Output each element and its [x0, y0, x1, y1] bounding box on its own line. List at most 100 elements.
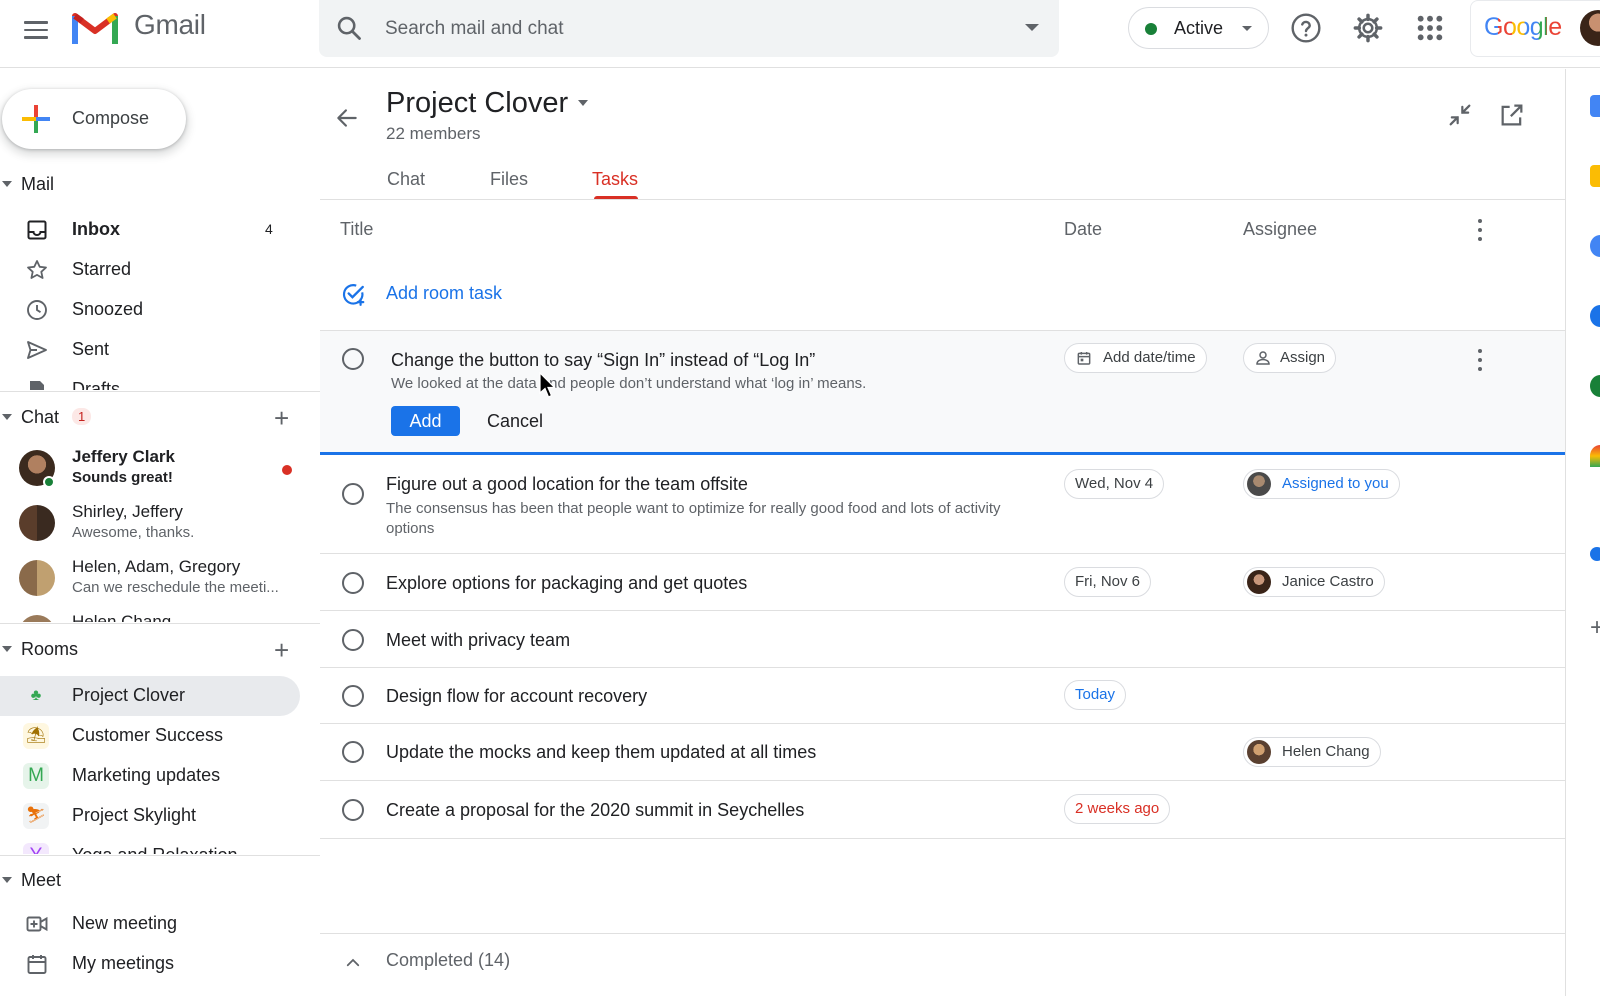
mail-section-label: Mail: [21, 174, 55, 194]
chat-item-shirley-jeffery[interactable]: Shirley, Jeffery Awesome, thanks.: [0, 499, 310, 555]
avatar: [1247, 472, 1271, 496]
completed-tasks-toggle[interactable]: Completed (14): [320, 933, 1565, 996]
task-title[interactable]: Update the mocks and keep them updated a…: [386, 742, 816, 763]
task-complete-checkbox[interactable]: [342, 348, 364, 370]
chip-label: Add date/time: [1103, 349, 1196, 366]
add-task-confirm-button[interactable]: Add: [391, 406, 460, 436]
task-assignee-chip[interactable]: Assigned to you: [1243, 469, 1400, 499]
avatar: [19, 505, 55, 541]
task-assignee-chip[interactable]: Helen Chang: [1243, 737, 1381, 767]
sidebar-item-project-skylight[interactable]: ⛷ Project Skylight: [0, 796, 300, 836]
chat-item-helen-adam-gregory[interactable]: Helen, Adam, Gregory Can we reschedule t…: [0, 554, 310, 610]
sidebar-item-drafts[interactable]: Drafts: [0, 370, 300, 390]
person-app-icon[interactable]: [1590, 547, 1600, 561]
gmail-logo-icon[interactable]: [72, 10, 118, 51]
help-icon[interactable]: [1290, 12, 1322, 44]
open-in-new-window-icon[interactable]: [1498, 101, 1526, 129]
task-title[interactable]: Design flow for account recovery: [386, 686, 647, 707]
calendar-app-icon[interactable]: [1590, 95, 1600, 117]
column-header-title: Title: [340, 219, 374, 239]
task-more-options-icon[interactable]: [1477, 349, 1483, 371]
tab-chat[interactable]: Chat: [387, 169, 425, 190]
right-side-panel: +: [1565, 69, 1600, 996]
member-count[interactable]: 22 members: [386, 124, 480, 144]
search-icon[interactable]: [335, 14, 363, 42]
sidebar-item-project-clover[interactable]: ♣ Project Clover: [0, 676, 300, 716]
task-assignee-chip[interactable]: Janice Castro: [1243, 567, 1385, 597]
back-arrow-icon[interactable]: [334, 105, 360, 131]
avatar: [1247, 570, 1271, 594]
task-title[interactable]: Figure out a good location for the team …: [386, 474, 748, 495]
rooms-section-header[interactable]: Rooms +: [0, 635, 320, 665]
sidebar-item-yoga[interactable]: Y Yoga and Relaxation: [0, 836, 300, 854]
room-label: Project Skylight: [72, 805, 197, 825]
contacts-app-icon[interactable]: [1590, 305, 1600, 327]
chat-item-helen-chang[interactable]: Helen Chang: [0, 609, 310, 622]
task-complete-checkbox[interactable]: [342, 483, 364, 505]
sidebar-item-sent[interactable]: Sent: [0, 330, 300, 370]
add-date-time-chip[interactable]: Add date/time: [1064, 343, 1207, 373]
star-icon: [27, 260, 47, 279]
tab-files[interactable]: Files: [490, 169, 528, 190]
sidebar-item-marketing-updates[interactable]: M Marketing updates: [0, 756, 300, 796]
task-complete-checkbox[interactable]: [342, 572, 364, 594]
chat-name: Jeffery Clark: [72, 447, 176, 466]
chat-list: Jeffery Clark Sounds great! Shirley, Jef…: [0, 444, 320, 622]
minimize-icon[interactable]: [1446, 101, 1474, 129]
apps-grid-icon[interactable]: [1414, 12, 1446, 44]
sidebar-item-starred[interactable]: Starred: [0, 250, 300, 290]
settings-gear-icon[interactable]: [1352, 12, 1384, 44]
task-complete-checkbox[interactable]: [342, 629, 364, 651]
status-selector[interactable]: Active: [1128, 7, 1269, 49]
sidebar-item-inbox[interactable]: Inbox 4: [0, 210, 300, 250]
chat-section-header[interactable]: Chat 1 +: [0, 403, 320, 433]
new-task-description-input[interactable]: We looked at the data and people don’t u…: [391, 374, 1011, 394]
new-chat-plus-icon[interactable]: +: [274, 405, 289, 431]
more-options-icon[interactable]: [1477, 219, 1483, 241]
task-complete-checkbox[interactable]: [342, 799, 364, 821]
sidebar-item-label: New meeting: [72, 913, 178, 933]
sidebar-item-label: Drafts: [72, 379, 121, 390]
add-room-task-button[interactable]: Add room task: [386, 283, 502, 304]
room-menu-chevron-icon[interactable]: [578, 100, 588, 106]
maps-app-icon[interactable]: [1590, 445, 1600, 467]
task-title[interactable]: Meet with privacy team: [386, 630, 570, 651]
task-date-chip[interactable]: Fri, Nov 6: [1064, 567, 1152, 597]
search-options-icon[interactable]: [1025, 24, 1039, 31]
room-label: Marketing updates: [72, 765, 221, 785]
task-complete-checkbox[interactable]: [342, 685, 364, 707]
new-task-title-input[interactable]: Change the button to say “Sign In” inste…: [391, 350, 815, 371]
room-title[interactable]: Project Clover: [386, 87, 568, 120]
compose-button[interactable]: Compose: [2, 89, 186, 149]
main-menu-icon[interactable]: [22, 16, 50, 44]
collapse-triangle-icon: [2, 414, 12, 420]
tab-tasks[interactable]: Tasks: [592, 169, 638, 190]
sidebar-item-customer-success[interactable]: ⛱ Customer Success: [0, 716, 300, 756]
task-date-chip[interactable]: Today: [1064, 680, 1127, 710]
sidebar-item-snoozed[interactable]: Snoozed: [0, 290, 300, 330]
sidebar-item-new-meeting[interactable]: New meeting: [0, 904, 300, 944]
sidebar-item-my-meetings[interactable]: My meetings: [0, 944, 300, 984]
keep-app-icon[interactable]: [1590, 165, 1600, 187]
clock-icon: [27, 300, 47, 320]
avatar: [1247, 740, 1271, 764]
cancel-button[interactable]: Cancel: [487, 411, 543, 432]
task-complete-checkbox[interactable]: [342, 741, 364, 763]
chat-item-jeffery-clark[interactable]: Jeffery Clark Sounds great!: [0, 444, 310, 500]
task-title[interactable]: Create a proposal for the 2020 summit in…: [386, 800, 804, 821]
chat-preview: Sounds great!: [72, 469, 173, 486]
meet-section-header[interactable]: Meet: [0, 866, 320, 896]
tasks-app-icon[interactable]: [1590, 235, 1600, 257]
section-divider: [0, 391, 320, 392]
task-title[interactable]: Explore options for packaging and get qu…: [386, 573, 747, 594]
search-input[interactable]: [385, 14, 985, 44]
task-date-chip[interactable]: 2 weeks ago: [1064, 794, 1171, 824]
new-room-plus-icon[interactable]: +: [274, 637, 289, 663]
assign-chip[interactable]: Assign: [1243, 343, 1337, 373]
add-task-check-icon[interactable]: [340, 281, 366, 307]
add-app-plus-icon[interactable]: +: [1590, 614, 1600, 642]
mouse-cursor-icon: [539, 372, 556, 398]
task-date-chip[interactable]: Wed, Nov 4: [1064, 469, 1165, 499]
phone-app-icon[interactable]: [1590, 375, 1600, 397]
mail-section-header[interactable]: Mail: [0, 170, 320, 200]
